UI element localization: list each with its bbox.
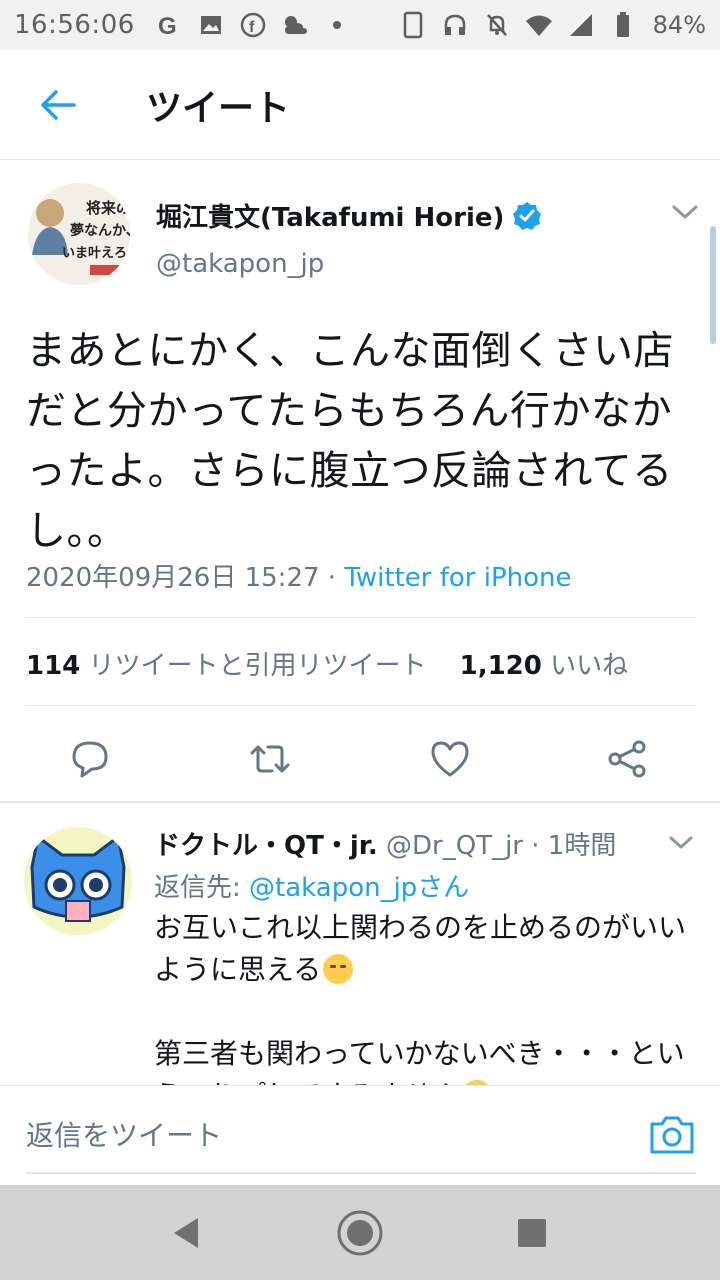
- camera-button[interactable]: [648, 1112, 696, 1156]
- tweet-actions: [0, 721, 720, 801]
- reply-to-prefix: 返信先:: [154, 873, 250, 903]
- reply-avatar[interactable]: [24, 827, 132, 935]
- chevron-down-icon[interactable]: [666, 833, 696, 855]
- retweet-label: リツイートと引用リツイート: [88, 651, 427, 681]
- reply-author-handle[interactable]: @Dr_QT_jr: [386, 831, 523, 861]
- reply-to-link[interactable]: @takapon_jpさん: [249, 873, 469, 903]
- reply-time: · 1時間: [531, 831, 617, 861]
- tweet-text: まあとにかく、こんな面倒くさい店だと分かってたらもちろん行かなかったよ。さらに腹…: [26, 328, 674, 554]
- svg-text:G: G: [158, 13, 177, 38]
- heart-icon: [431, 741, 469, 777]
- dot-icon: [321, 9, 353, 41]
- input-underline: [26, 1172, 696, 1174]
- system-nav-bar: [0, 1185, 720, 1280]
- google-icon: G: [153, 9, 185, 41]
- verified-badge-icon: [513, 201, 542, 230]
- tweet-stats: 114 リツイートと引用リツイート 1,120 いいね: [26, 645, 628, 682]
- home-circle-icon: [337, 1210, 383, 1256]
- author-name[interactable]: 堀江貴文(Takafumi Horie): [156, 197, 542, 234]
- triangle-back-icon: [174, 1218, 198, 1248]
- retweet-icon: [250, 745, 290, 773]
- weather-icon: [279, 9, 311, 41]
- wifi-icon: [523, 9, 555, 41]
- reply-to: 返信先: @takapon_jpさん: [154, 867, 469, 904]
- scrollbar[interactable]: [710, 226, 716, 344]
- reply-button[interactable]: [68, 737, 112, 781]
- reply-input[interactable]: 返信をツイート: [26, 1114, 222, 1154]
- author-name-text: 堀江貴文(Takafumi Horie): [156, 203, 505, 233]
- like-button[interactable]: [428, 737, 472, 781]
- gallery-icon: [195, 9, 227, 41]
- headphones-icon: [439, 9, 471, 41]
- reply-tweet[interactable]: ドクトル・QT・jr. @Dr_QT_jr · 1時間 返信先: @takapo…: [0, 803, 720, 1085]
- camera-icon: [650, 1116, 694, 1154]
- divider: [26, 705, 696, 706]
- mute-icon: [481, 9, 513, 41]
- reply-author-name[interactable]: ドクトル・QT・jr.: [154, 831, 378, 861]
- reply-compose-bar: 返信をツイート: [0, 1085, 720, 1185]
- retweet-count: 114: [26, 651, 81, 681]
- reply-text: お互いこれ以上関わるのを止めるのがいいように思える 第三者も関わっていかないべき…: [154, 907, 704, 1085]
- app-header: ツイート: [0, 50, 720, 160]
- avatar-text-1: 将来の: [86, 199, 130, 217]
- nav-home-button[interactable]: [336, 1209, 384, 1257]
- back-button[interactable]: [28, 75, 88, 135]
- share-button[interactable]: [606, 737, 650, 781]
- battery-percent: 84%: [652, 11, 706, 39]
- page-title: ツイート: [146, 87, 291, 129]
- likes-stat[interactable]: 1,120 いいね: [460, 651, 629, 681]
- disappointed-face-icon: [323, 954, 354, 984]
- phone-icon: [397, 9, 429, 41]
- nav-back-button[interactable]: [162, 1209, 210, 1257]
- svg-text:f: f: [249, 19, 255, 36]
- square-recents-icon: [518, 1219, 546, 1247]
- avatar-text-2: 夢なんか、: [70, 222, 130, 239]
- signal-icon: [565, 9, 597, 41]
- tweet-meta: 2020年09月26日 15:27 · Twitter for iPhone: [26, 557, 572, 594]
- retweet-button[interactable]: [248, 737, 292, 781]
- facebook-icon: f: [237, 9, 269, 41]
- chevron-down-icon[interactable]: [668, 201, 702, 225]
- nav-recents-button[interactable]: [508, 1209, 556, 1257]
- meta-separator: ·: [319, 563, 345, 593]
- tweet-source-link[interactable]: Twitter for iPhone: [344, 563, 571, 593]
- tweet-timestamp: 2020年09月26日 15:27: [26, 563, 320, 593]
- status-time: 16:56:06: [14, 10, 135, 40]
- like-label: いいね: [550, 651, 629, 681]
- reply-text-line1: お互いこれ以上関わるのを止めるのがいいように思える: [154, 911, 687, 986]
- author-avatar[interactable]: 将来の 夢なんか、 いま叶えろ。: [28, 183, 130, 285]
- like-count: 1,120: [459, 651, 542, 681]
- reply-text-line2: 第三者も関わっていかないべき・・・というつりプしてすみません: [154, 1037, 685, 1085]
- retweets-stat[interactable]: 114 リツイートと引用リツイート: [26, 651, 427, 681]
- battery-icon: [607, 9, 639, 41]
- reply-header: ドクトル・QT・jr. @Dr_QT_jr · 1時間: [154, 825, 616, 862]
- status-bar: 16:56:06 G f 84%: [0, 0, 720, 50]
- reply-icon: [72, 741, 108, 778]
- share-icon: [608, 740, 646, 778]
- author-handle[interactable]: @takapon_jp: [156, 249, 324, 279]
- avatar-text-3: いま叶えろ。: [62, 246, 130, 261]
- divider: [26, 617, 696, 618]
- back-arrow-icon: [41, 89, 76, 120]
